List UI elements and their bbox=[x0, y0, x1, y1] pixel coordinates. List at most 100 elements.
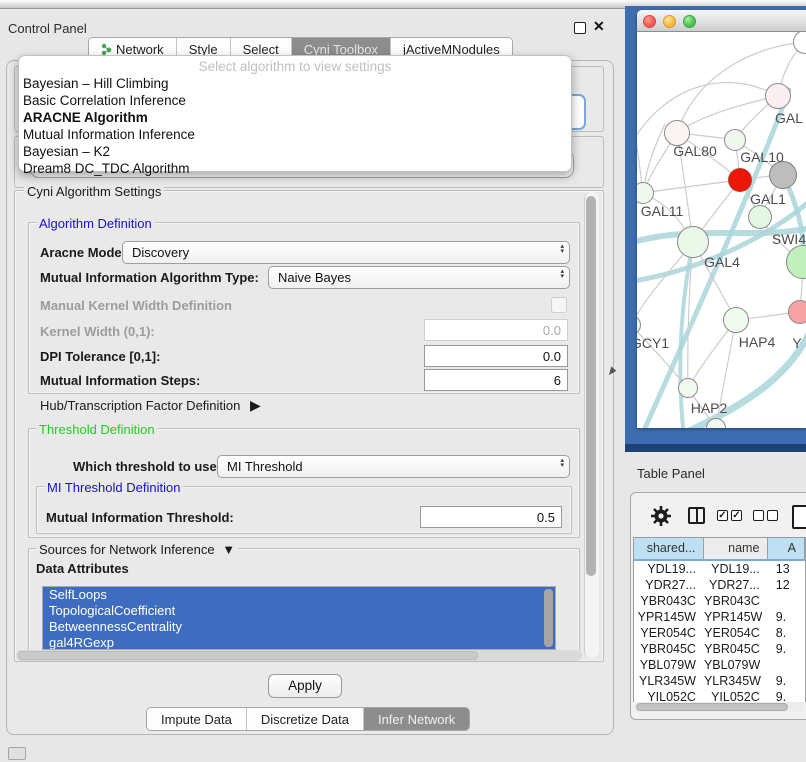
algorithm-dropdown-popup: Select algorithm to view settings Bayesi… bbox=[18, 55, 572, 172]
table-cell: 9. bbox=[768, 609, 805, 625]
table-row[interactable]: YBL079WYBL079W bbox=[634, 657, 805, 673]
table-row[interactable]: YDL19...YDL19...13 bbox=[634, 561, 805, 577]
mouse-cursor bbox=[609, 366, 617, 376]
table-cell: YER054C bbox=[704, 625, 768, 641]
table-panel-title: Table Panel bbox=[637, 466, 705, 481]
table-cell: YBR043C bbox=[704, 593, 768, 609]
algorithm-option[interactable]: ARACNE Algorithm bbox=[19, 109, 571, 126]
close-traffic-light-icon[interactable] bbox=[643, 15, 656, 28]
aracne-mode-label: Aracne Mode: bbox=[40, 245, 126, 260]
table-row[interactable]: YIL052CYIL052C9. bbox=[634, 689, 805, 702]
table-cell: YBL079W bbox=[634, 657, 704, 673]
mi-threshold-input[interactable]: 0.5 bbox=[420, 506, 562, 528]
zoom-traffic-light-icon[interactable] bbox=[683, 15, 696, 28]
checked-box-icon[interactable]: ✓ bbox=[731, 510, 742, 521]
data-attribute-item[interactable]: gal4RGexp bbox=[43, 635, 555, 650]
table-row[interactable]: YPR145WYPR145W9. bbox=[634, 609, 805, 625]
dpi-tolerance-input[interactable]: 0.0 bbox=[424, 345, 568, 367]
data-attributes-list[interactable]: SelfLoopsTopologicalCoefficientBetweenne… bbox=[42, 586, 556, 650]
table-cell: 9. bbox=[768, 673, 805, 689]
unchecked-box-icon[interactable] bbox=[767, 510, 778, 521]
settings-hscrollbar-thumb[interactable] bbox=[18, 651, 478, 660]
kernel-width-label: Kernel Width (0,1): bbox=[40, 324, 155, 339]
network-view-frame-edge bbox=[625, 444, 806, 452]
table-row[interactable]: YDR27...YDR27...12 bbox=[634, 577, 805, 593]
table-cell: 8. bbox=[768, 625, 805, 641]
collapse-arrow-icon: ▼ bbox=[222, 542, 235, 557]
node-gal10[interactable] bbox=[724, 129, 746, 151]
algorithm-option[interactable]: Bayesian – K2 bbox=[19, 143, 571, 160]
data-attributes-label: Data Attributes bbox=[36, 561, 129, 576]
data-attribute-item[interactable]: TopologicalCoefficient bbox=[43, 603, 555, 619]
node-label: GAL80 bbox=[673, 143, 717, 159]
close-icon[interactable]: ✕ bbox=[593, 18, 605, 35]
column-header[interactable]: A bbox=[768, 538, 805, 559]
kernel-width-input[interactable]: 0.0 bbox=[424, 319, 568, 341]
bottom-tabbar: Impute DataDiscretize DataInfer Network bbox=[146, 707, 470, 731]
table-cell: YER054C bbox=[634, 625, 704, 641]
hub-section-toggle[interactable]: Hub/Transcription Factor Definition ▶ bbox=[40, 397, 261, 414]
algorithm-definition-title: Algorithm Definition bbox=[36, 216, 155, 231]
settings-vscrollbar-thumb[interactable] bbox=[586, 196, 596, 576]
network-window: GALGAL80GAL10GAL1GAL11SWI4GAL4GCY1HAP4YH… bbox=[637, 10, 806, 428]
algorithm-option[interactable]: Mutual Information Inference bbox=[19, 126, 571, 143]
node-gal1[interactable] bbox=[728, 168, 752, 192]
manual-kernel-label: Manual Kernel Width Definition bbox=[40, 298, 232, 313]
data-attribute-item[interactable]: SelfLoops bbox=[43, 587, 555, 603]
sources-group-title[interactable]: Sources for Network Inference ▼ bbox=[36, 542, 238, 557]
apply-button[interactable]: Apply bbox=[268, 674, 342, 698]
unchecked-box-icon[interactable] bbox=[753, 510, 764, 521]
node-label: GAL11 bbox=[641, 203, 684, 219]
aracne-mode-combobox[interactable]: Discovery ▴▾ bbox=[122, 241, 570, 264]
table-row[interactable]: YBR045CYBR045C9. bbox=[634, 641, 805, 657]
table-hscrollbar-thumb[interactable] bbox=[636, 703, 788, 711]
mi-type-combobox[interactable]: Naive Bayes ▴▾ bbox=[268, 266, 570, 289]
node-y[interactable] bbox=[788, 300, 806, 324]
node[interactable] bbox=[769, 161, 797, 189]
float-window-icon[interactable] bbox=[574, 22, 586, 34]
node-hap2[interactable] bbox=[678, 378, 698, 398]
algorithm-option[interactable]: Basic Correlation Inference bbox=[19, 92, 571, 109]
node-gal[interactable] bbox=[765, 83, 791, 109]
node-hap4[interactable] bbox=[723, 307, 749, 333]
table-cell: YBR043C bbox=[634, 593, 704, 609]
table-cell: 9. bbox=[768, 641, 805, 657]
which-threshold-combobox[interactable]: MI Threshold ▴▾ bbox=[217, 455, 570, 478]
table-header-row: shared...nameA bbox=[634, 538, 805, 561]
gear-icon[interactable] bbox=[650, 505, 672, 527]
column-header[interactable]: shared... bbox=[634, 538, 704, 559]
checked-box-icon[interactable]: ✓ bbox=[717, 510, 728, 521]
dock-window-icon[interactable] bbox=[8, 747, 26, 760]
which-threshold-value: MI Threshold bbox=[227, 459, 303, 474]
node-label: HAP4 bbox=[739, 334, 776, 350]
list-scrollbar[interactable] bbox=[544, 589, 553, 647]
column-settings-icon[interactable] bbox=[688, 507, 705, 524]
table-row[interactable]: YBR043CYBR043C bbox=[634, 593, 805, 609]
mi-steps-input[interactable]: 6 bbox=[424, 369, 568, 391]
network-canvas[interactable]: GALGAL80GAL10GAL1GAL11SWI4GAL4GCY1HAP4YH… bbox=[637, 32, 806, 428]
sources-title-text: Sources for Network Inference bbox=[39, 542, 215, 557]
table-cell: YIL052C bbox=[704, 689, 768, 702]
algorithm-option[interactable]: Bayesian – Hill Climbing bbox=[19, 75, 571, 92]
data-attribute-item[interactable]: BetweennessCentrality bbox=[43, 619, 555, 635]
network-window-titlebar[interactable] bbox=[637, 10, 806, 32]
table-row[interactable]: YLR345WYLR345W9. bbox=[634, 673, 805, 689]
table-row[interactable]: YER054CYER054C8. bbox=[634, 625, 805, 641]
table-cell: YDR27... bbox=[704, 577, 768, 593]
node-attribute-table[interactable]: shared...nameA YDL19...YDL19...13YDR27..… bbox=[633, 537, 806, 702]
tab-discretize-data[interactable]: Discretize Data bbox=[247, 708, 364, 730]
aracne-mode-value: Discovery bbox=[132, 245, 189, 260]
tab-infer-network[interactable]: Infer Network bbox=[364, 708, 469, 730]
node-swi4[interactable] bbox=[748, 205, 772, 229]
manual-kernel-checkbox[interactable] bbox=[551, 297, 567, 313]
screen: Control Panel ✕ NetworkStyleSelectCyni T… bbox=[0, 0, 806, 762]
mi-steps-label: Mutual Information Steps: bbox=[40, 373, 200, 388]
tab-impute-data[interactable]: Impute Data bbox=[147, 708, 247, 730]
table-mode-icon[interactable] bbox=[792, 505, 806, 529]
algorithm-option[interactable]: Dream8 DC_TDC Algorithm bbox=[19, 160, 571, 177]
table-cell: 9. bbox=[768, 689, 805, 702]
table-cell: YBL079W bbox=[704, 657, 768, 673]
minimize-traffic-light-icon[interactable] bbox=[663, 15, 676, 28]
dpi-tolerance-label: DPI Tolerance [0,1]: bbox=[40, 349, 160, 364]
column-header[interactable]: name bbox=[704, 538, 768, 559]
